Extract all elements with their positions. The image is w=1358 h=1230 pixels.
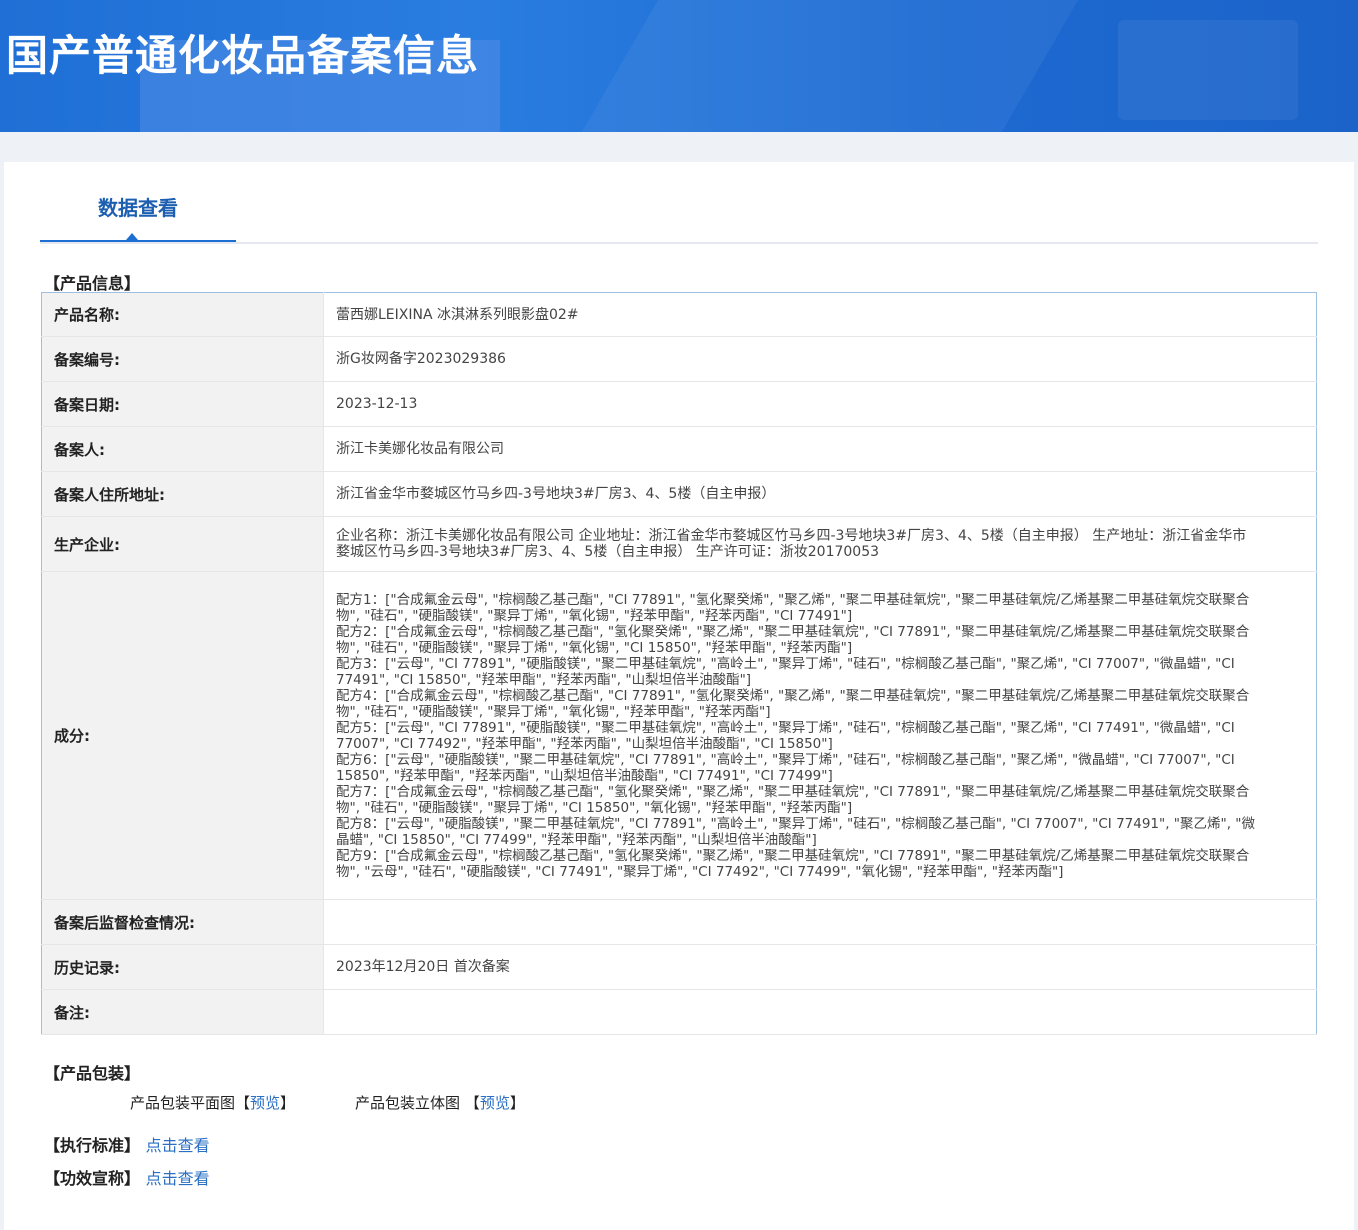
formula-line: 配方2：["合成氟金云母", "棕榈酸乙基己酯", "氢化聚癸烯", "聚乙烯"…: [336, 623, 1250, 656]
inspection-value: [323, 899, 1317, 945]
row-label: 历史记录:: [41, 944, 324, 990]
manufacturer-value: 企业名称：浙江卡美娜化妆品有限公司 企业地址：浙江省金华市婺城区竹马乡四-3号地…: [323, 516, 1317, 572]
packaging-flat: 产品包装平面图【预览】: [130, 1092, 295, 1113]
address-value: 浙江省金华市婺城区竹马乡四-3号地块3#厂房3、4、5楼（自主申报）: [323, 471, 1317, 517]
standard-view-link[interactable]: 点击查看: [146, 1136, 210, 1155]
bracket-open: 【: [464, 1094, 480, 1112]
packaging-stereo-label: 产品包装立体图: [355, 1094, 461, 1112]
formula-line: 配方9：["合成氟金云母", "棕榈酸乙基己酯", "氢化聚癸烯", "聚乙烯"…: [336, 847, 1250, 880]
standard-row: 【执行标准】 点击查看: [44, 1132, 210, 1156]
table-row: 备案人: 浙江卡美娜化妆品有限公司: [41, 426, 1317, 472]
table-row: 备案后监督检查情况:: [41, 899, 1317, 945]
table-row: 备案日期: 2023-12-13: [41, 381, 1317, 427]
formula-line: 配方1：["合成氟金云母", "棕榈酸乙基己酯", "CI 77891", "氢…: [336, 591, 1250, 624]
packaging-flat-label: 产品包装平面图: [130, 1094, 236, 1112]
record-date-value: 2023-12-13: [323, 381, 1317, 427]
preview-stereo-link[interactable]: 预览: [480, 1094, 510, 1112]
table-row: 备案人住所地址: 浙江省金华市婺城区竹马乡四-3号地块3#厂房3、4、5楼（自主…: [41, 471, 1317, 517]
section-title-standard: 【执行标准】: [44, 1136, 141, 1155]
row-label: 备案后监督检查情况:: [41, 899, 324, 945]
history-value: 2023年12月20日 首次备案: [323, 944, 1317, 990]
section-title-efficacy: 【功效宣称】: [44, 1169, 141, 1188]
formula-line: 配方3：["云母", "CI 77891", "硬脂酸镁", "聚二甲基硅氧烷"…: [336, 655, 1235, 688]
header-banner: 国产普通化妆品备案信息: [0, 0, 1358, 132]
bracket-close: 】: [280, 1094, 296, 1112]
section-title-product-info: 【产品信息】: [44, 274, 141, 293]
formula-line: 配方6：["云母", "硬脂酸镁", "聚二甲基硅氧烷", "CI 77891"…: [336, 751, 1235, 784]
row-label: 备案人住所地址:: [41, 471, 324, 517]
efficacy-row: 【功效宣称】 点击查看: [44, 1165, 210, 1189]
banner-decoration: [581, 0, 1079, 132]
row-label: 产品名称:: [41, 292, 324, 337]
formula-line: 配方4：["合成氟金云母", "棕榈酸乙基己酯", "CI 77891", "氢…: [336, 687, 1250, 720]
table-row: 历史记录: 2023年12月20日 首次备案: [41, 944, 1317, 990]
row-label: 备案人:: [41, 426, 324, 472]
tab-label: 数据查看: [98, 196, 178, 220]
product-info-table: 产品名称: 蕾西娜LEIXINA 冰淇淋系列眼影盘02# 备案编号: 浙G妆网备…: [41, 292, 1317, 1035]
section-title-packaging: 【产品包装】: [44, 1064, 141, 1083]
row-label: 备案编号:: [41, 336, 324, 382]
tab-data-view[interactable]: 数据查看: [40, 162, 236, 242]
page-title: 国产普通化妆品备案信息: [6, 31, 480, 80]
row-label: 备案日期:: [41, 381, 324, 427]
row-label: 生产企业:: [41, 516, 324, 572]
table-row: 生产企业: 企业名称：浙江卡美娜化妆品有限公司 企业地址：浙江省金华市婺城区竹马…: [41, 516, 1317, 572]
table-row: 产品名称: 蕾西娜LEIXINA 冰淇淋系列眼影盘02#: [41, 292, 1317, 337]
row-label: 备注:: [41, 989, 324, 1035]
efficacy-view-link[interactable]: 点击查看: [146, 1169, 210, 1188]
row-label: 成分:: [41, 571, 324, 900]
formula-line: 配方8：["云母", "硬脂酸镁", "聚二甲基硅氧烷", "CI 77891"…: [336, 815, 1256, 848]
packaging-stereo: 产品包装立体图 【预览】: [355, 1092, 525, 1113]
formula-line: 配方5：["云母", "CI 77891", "硬脂酸镁", "聚二甲基硅氧烷"…: [336, 719, 1235, 752]
main-panel: 数据查看 【产品信息】 产品名称: 蕾西娜LEIXINA 冰淇淋系列眼影盘02#…: [4, 162, 1354, 1230]
preview-flat-link[interactable]: 预览: [250, 1094, 280, 1112]
banner-decoration: [1118, 20, 1298, 120]
formula-line: 配方7：["合成氟金云母", "棕榈酸乙基己酯", "氢化聚癸烯", "聚乙烯"…: [336, 783, 1250, 816]
table-row: 成分: 配方1：["合成氟金云母", "棕榈酸乙基己酯", "CI 77891"…: [41, 571, 1317, 900]
tab-bar: 数据查看: [40, 162, 1318, 244]
bracket-close: 】: [509, 1094, 525, 1112]
bracket-open: 【: [235, 1094, 251, 1112]
table-row: 备注:: [41, 989, 1317, 1035]
caret-up-icon: [126, 233, 138, 240]
registrant-value: 浙江卡美娜化妆品有限公司: [323, 426, 1317, 472]
product-name-value: 蕾西娜LEIXINA 冰淇淋系列眼影盘02#: [323, 292, 1317, 337]
table-row: 备案编号: 浙G妆网备字2023029386: [41, 336, 1317, 382]
ingredients-value: 配方1：["合成氟金云母", "棕榈酸乙基己酯", "CI 77891", "氢…: [323, 571, 1317, 900]
record-number-value: 浙G妆网备字2023029386: [323, 336, 1317, 382]
remarks-value: [323, 989, 1317, 1035]
